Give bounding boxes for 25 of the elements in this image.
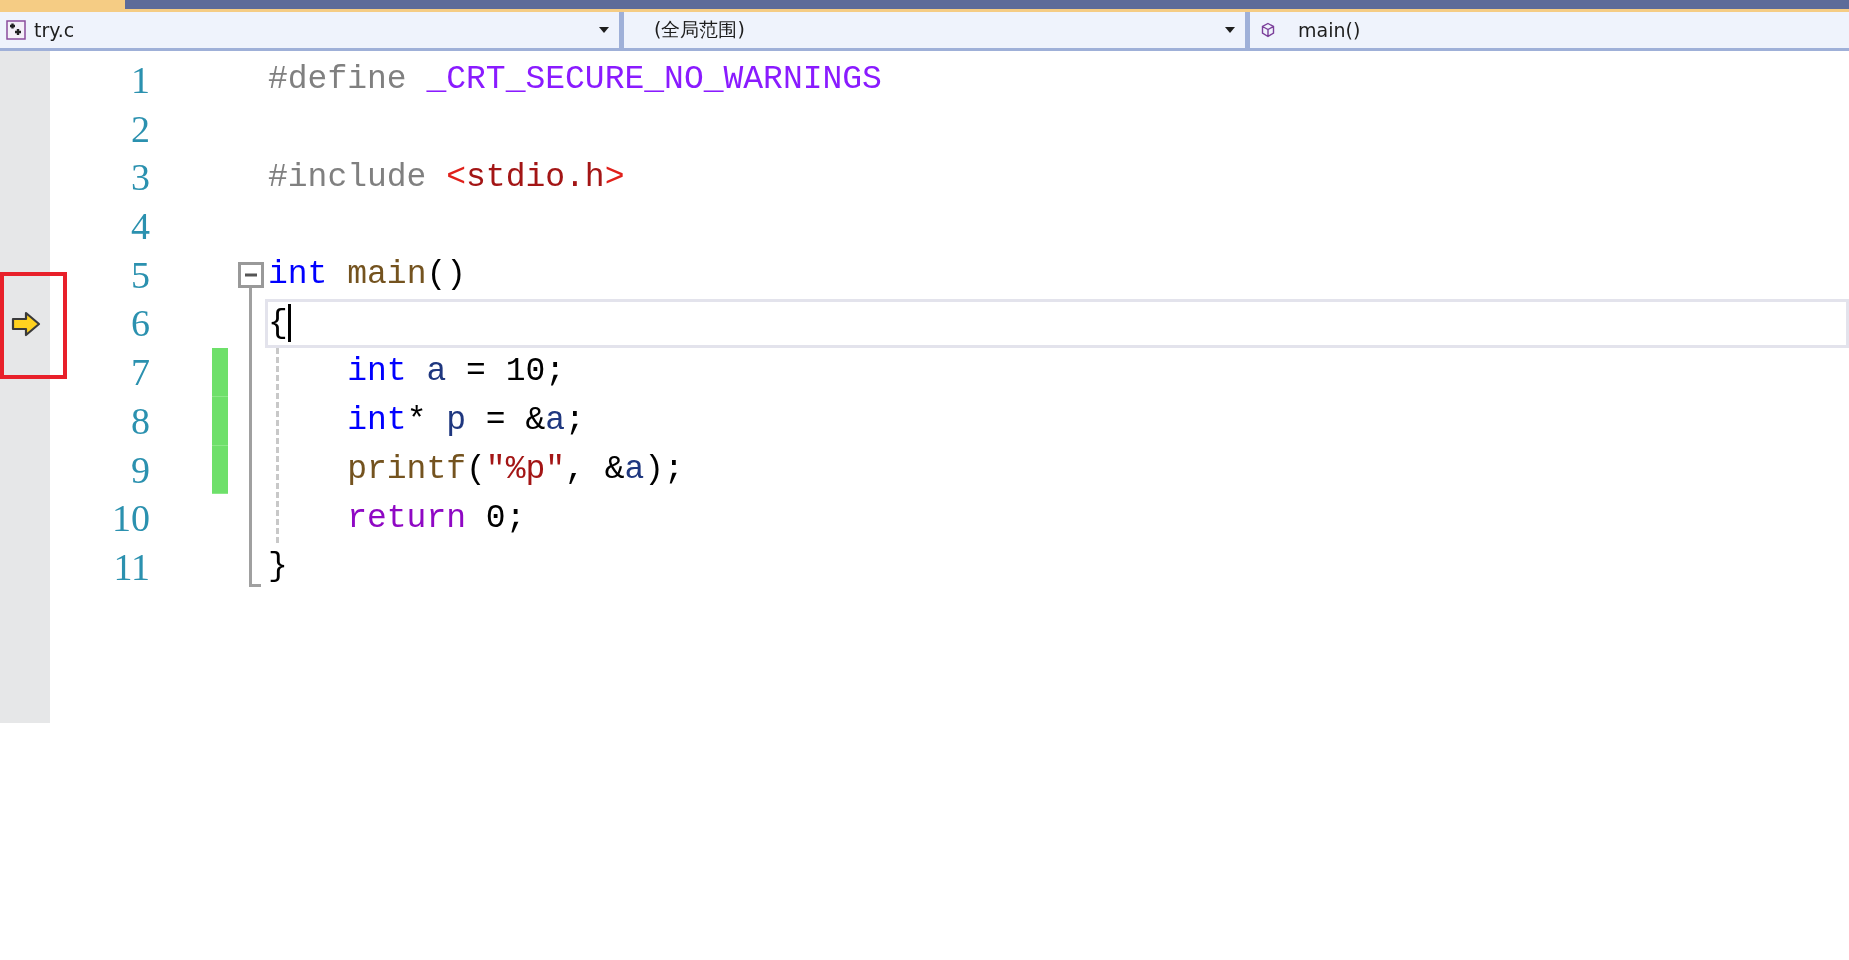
line-number: 2 <box>130 106 150 152</box>
line-number: 10 <box>111 496 150 542</box>
collapse-icon[interactable] <box>238 262 264 289</box>
line-number: 7 <box>130 350 150 396</box>
line-number: 1 <box>130 58 150 103</box>
line-number: 6 <box>130 301 150 347</box>
code-line: return 0; <box>346 498 526 539</box>
code-line: #define _CRT_SECURE_NO_WARNINGS <box>268 60 882 101</box>
caret-icon <box>1225 27 1235 33</box>
code-line: printf("%p", &a); <box>346 449 684 490</box>
code-line: { <box>268 303 291 344</box>
line-number: 4 <box>130 204 150 250</box>
caret-icon <box>599 27 609 33</box>
code-line: } <box>268 547 288 588</box>
line-number: 8 <box>130 398 150 444</box>
code-line: int* p = &a; <box>346 401 585 442</box>
line-number: 3 <box>130 155 150 201</box>
code-line: int a = 10; <box>346 352 566 393</box>
line-number: 9 <box>130 447 150 493</box>
line-number: 11 <box>112 544 150 590</box>
line-number: 5 <box>130 252 150 298</box>
project-icon <box>6 20 26 40</box>
cube-icon <box>1260 22 1276 38</box>
code-line: #include <stdio.h> <box>268 157 625 198</box>
code-line: int main() <box>268 255 467 296</box>
